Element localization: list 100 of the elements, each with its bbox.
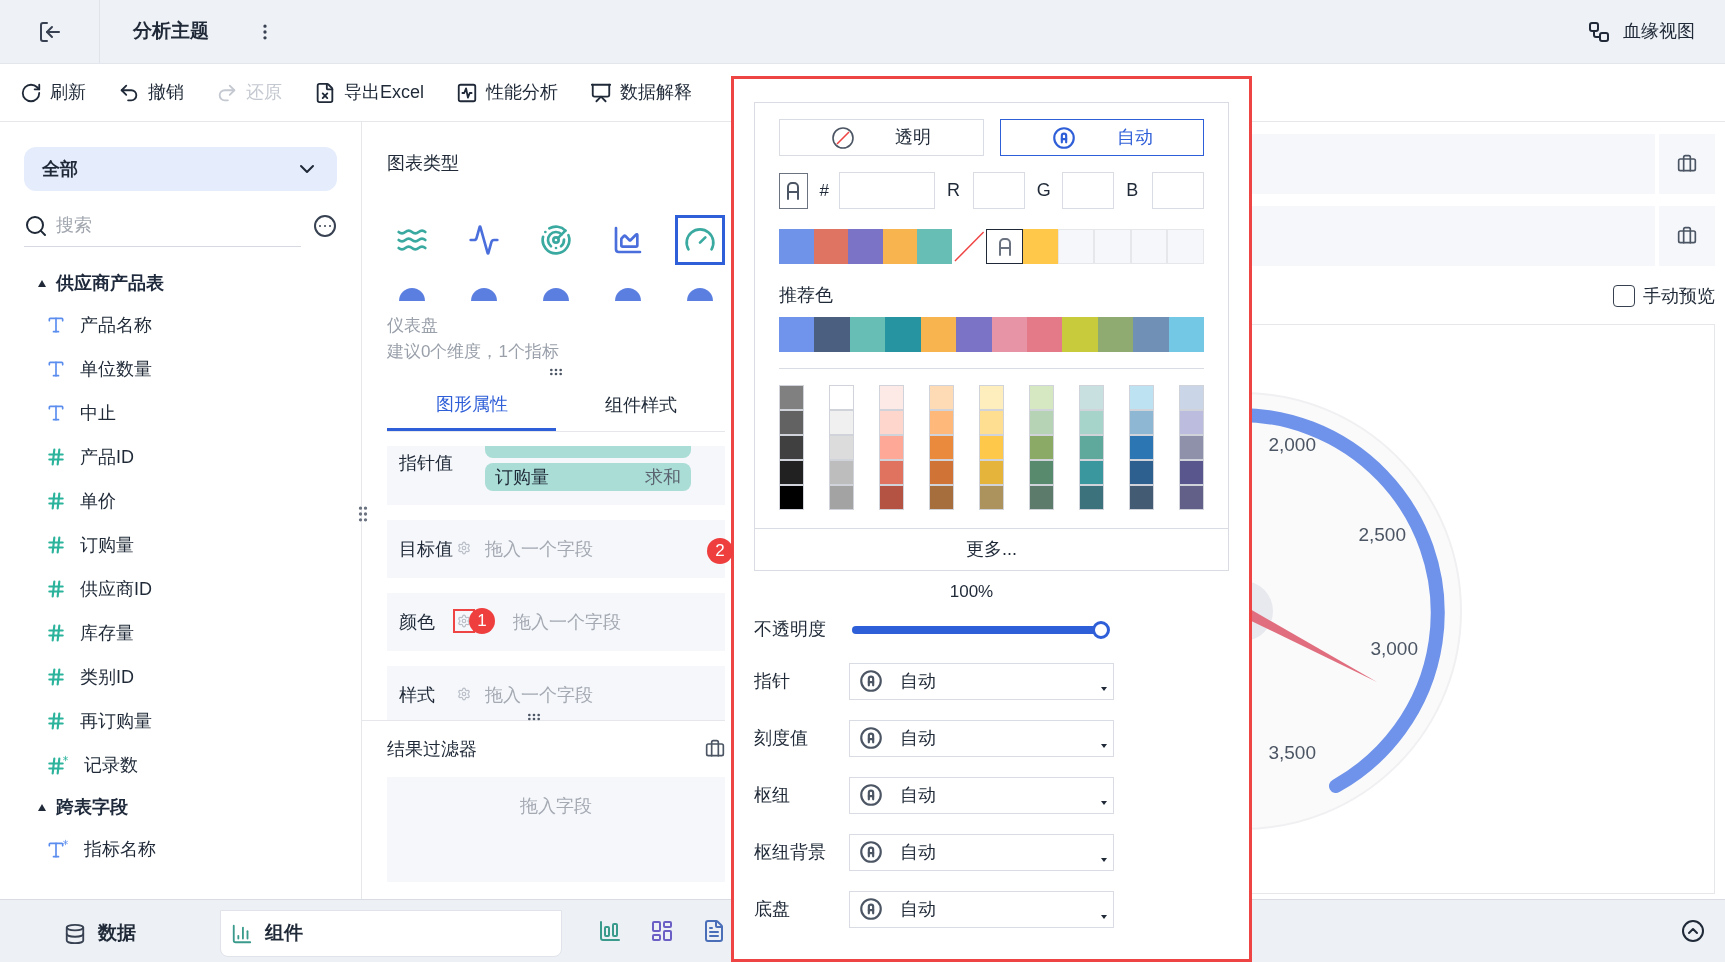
palette-color-swatch[interactable] <box>1129 410 1154 435</box>
palette-color-swatch[interactable] <box>879 485 904 510</box>
table-group-header[interactable]: 跨表字段 <box>24 787 337 827</box>
settings-icon[interactable] <box>457 614 471 628</box>
opacity-slider[interactable] <box>852 620 1110 639</box>
settings-icon[interactable] <box>457 541 471 555</box>
palette-color-swatch[interactable] <box>829 460 854 485</box>
palette-color-swatch[interactable] <box>829 435 854 460</box>
palette-color-swatch[interactable] <box>879 385 904 410</box>
toolbar-button[interactable]: 性能分析 <box>456 79 558 106</box>
palette-color-swatch[interactable] <box>979 385 1004 410</box>
field-item[interactable]: 类别ID <box>80 663 134 691</box>
color-select[interactable]: 自动 <box>849 890 1114 928</box>
color-select[interactable]: 自动 <box>849 719 1114 757</box>
toolbar-button[interactable]: 导出Excel <box>314 79 424 106</box>
recent-color-swatch[interactable] <box>1023 229 1058 264</box>
palette-color-swatch[interactable] <box>779 485 804 510</box>
field-item[interactable]: 单价 <box>80 487 116 515</box>
toolbar-button[interactable]: 撤销 <box>118 79 184 106</box>
recommended-color-swatch[interactable] <box>814 317 850 352</box>
palette-color-swatch[interactable] <box>1079 460 1104 485</box>
auto-color-preview[interactable] <box>779 172 808 209</box>
channel-input[interactable] <box>972 172 1025 209</box>
field-chip[interactable]: 订购量 求和 <box>485 463 691 491</box>
field-item[interactable]: 库存量 <box>80 619 134 647</box>
toolbox-icon[interactable] <box>705 739 725 759</box>
recommended-color-swatch[interactable] <box>1062 317 1098 352</box>
recommended-color-swatch[interactable] <box>1133 317 1169 352</box>
recent-color-swatch[interactable] <box>813 229 849 264</box>
palette-color-swatch[interactable] <box>1179 385 1204 410</box>
field-item[interactable]: 再订购量 <box>80 707 152 735</box>
field-item[interactable]: 指标名称 <box>84 835 156 863</box>
field-item[interactable]: 中止 <box>80 399 116 427</box>
palette-color-swatch[interactable] <box>1029 460 1054 485</box>
recommended-color-swatch[interactable] <box>991 317 1027 352</box>
channel-input[interactable] <box>1152 172 1204 209</box>
palette-color-swatch[interactable] <box>879 435 904 460</box>
palette-color-swatch[interactable] <box>1079 485 1104 510</box>
toolbox-button[interactable] <box>1659 134 1715 194</box>
palette-color-swatch[interactable] <box>829 410 854 435</box>
recommended-color-swatch[interactable] <box>1168 317 1205 352</box>
palette-color-swatch[interactable] <box>1129 485 1154 510</box>
auto-color-swatch[interactable] <box>986 229 1024 264</box>
color-select[interactable]: 自动 <box>849 662 1114 700</box>
palette-color-swatch[interactable] <box>1179 435 1204 460</box>
bottom-tab[interactable]: 数据 <box>0 910 200 957</box>
collapse-icon[interactable] <box>1681 919 1705 943</box>
palette-color-swatch[interactable] <box>979 435 1004 460</box>
palette-color-swatch[interactable] <box>879 460 904 485</box>
panel-tab[interactable]: 图形属性 <box>387 380 556 431</box>
palette-color-swatch[interactable] <box>1029 385 1054 410</box>
palette-color-swatch[interactable] <box>1129 385 1154 410</box>
palette-color-swatch[interactable] <box>1079 410 1104 435</box>
recommended-color-swatch[interactable] <box>956 317 992 352</box>
bottom-tab[interactable]: 组件 <box>220 910 562 957</box>
field-item[interactable]: 订购量 <box>80 531 134 559</box>
palette-color-swatch[interactable] <box>1029 410 1054 435</box>
color-select[interactable]: 自动 <box>849 776 1114 814</box>
palette-color-swatch[interactable] <box>779 385 804 410</box>
recommended-color-swatch[interactable] <box>920 317 957 352</box>
more-options-icon[interactable] <box>313 214 337 238</box>
palette-color-swatch[interactable] <box>929 410 954 435</box>
palette-color-swatch[interactable] <box>929 460 954 485</box>
add-layout-icon[interactable] <box>650 919 674 943</box>
recommended-color-swatch[interactable] <box>849 317 886 352</box>
palette-color-swatch[interactable] <box>829 385 854 410</box>
chart-type-option[interactable] <box>675 215 725 265</box>
field-item[interactable]: 单位数量 <box>80 355 152 383</box>
recent-color-swatch[interactable] <box>779 229 814 264</box>
checkbox[interactable] <box>1613 285 1635 307</box>
palette-color-swatch[interactable] <box>1029 435 1054 460</box>
palette-color-swatch[interactable] <box>1179 410 1204 435</box>
scope-dropdown[interactable]: 全部 <box>24 147 337 191</box>
field-item[interactable]: 产品名称 <box>80 311 152 339</box>
field-item[interactable]: 记录数 <box>84 751 138 779</box>
exit-icon[interactable] <box>37 19 62 44</box>
recent-color-swatch[interactable] <box>917 229 952 264</box>
field-item[interactable]: 供应商ID <box>80 575 152 603</box>
search-field[interactable]: 搜索 <box>56 207 256 244</box>
toolbar-button[interactable]: 数据解释 <box>590 79 692 106</box>
palette-color-swatch[interactable] <box>1129 460 1154 485</box>
panel-tab[interactable]: 组件样式 <box>556 380 725 431</box>
lineage-view-button[interactable]: 血缘视图 <box>1587 18 1695 45</box>
palette-color-swatch[interactable] <box>1079 385 1104 410</box>
palette-color-swatch[interactable] <box>879 410 904 435</box>
palette-color-swatch[interactable] <box>1179 460 1204 485</box>
palette-color-swatch[interactable] <box>1029 485 1054 510</box>
recommended-color-swatch[interactable] <box>779 317 815 352</box>
palette-color-swatch[interactable] <box>829 485 854 510</box>
recommended-color-swatch[interactable] <box>885 317 921 352</box>
palette-color-swatch[interactable] <box>1129 435 1154 460</box>
add-chart-icon[interactable] <box>598 919 622 943</box>
field-item[interactable]: 产品ID <box>80 443 134 471</box>
palette-color-swatch[interactable] <box>979 410 1004 435</box>
palette-color-swatch[interactable] <box>929 485 954 510</box>
recent-color-swatch[interactable] <box>882 229 918 264</box>
palette-color-swatch[interactable] <box>1079 435 1104 460</box>
toolbar-button[interactable]: 刷新 <box>20 79 86 106</box>
recommended-color-swatch[interactable] <box>1097 317 1134 352</box>
toolbox-button[interactable] <box>1659 206 1715 266</box>
